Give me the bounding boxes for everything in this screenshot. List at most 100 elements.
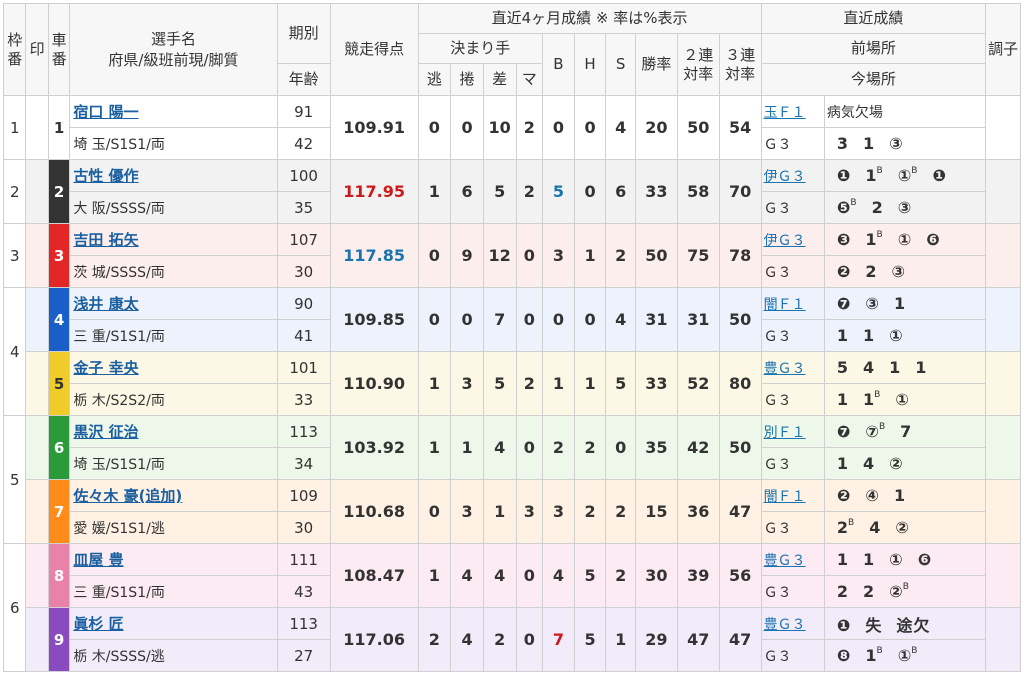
prev-venue-anchor[interactable]: 闇Ｆ１: [764, 489, 806, 505]
mark-cell[interactable]: [25, 479, 49, 544]
stat-s: 2: [605, 543, 636, 608]
car-number: 9: [47, 607, 71, 672]
stat-sashi: 5: [482, 159, 517, 224]
rider-name-link[interactable]: 浅井 康太: [69, 287, 278, 320]
race-score: 110.90: [329, 351, 419, 416]
prev-venue-anchor[interactable]: 別Ｆ１: [764, 425, 806, 441]
rider-name-link[interactable]: 眞杉 匠: [69, 607, 278, 640]
car-number: 6: [47, 415, 71, 480]
cur-result-token: 1: [836, 390, 849, 409]
prev-venue-link[interactable]: 闇Ｆ１: [760, 479, 825, 512]
prev-venue-anchor[interactable]: 豊Ｇ３: [764, 617, 806, 633]
stat-win: 33: [634, 159, 678, 224]
mark-cell[interactable]: [25, 287, 49, 352]
prev-venue-link[interactable]: 伊Ｇ３: [760, 223, 825, 256]
stat-h: 5: [573, 607, 607, 672]
cur-venue: Ｇ３: [760, 639, 825, 672]
prev-result-token: ❷: [836, 486, 852, 505]
prev-venue-anchor[interactable]: 闇Ｆ１: [764, 297, 806, 313]
cur-result-token: 4: [869, 518, 882, 537]
prev-result-token: 1: [893, 294, 907, 313]
back-mark: B: [848, 518, 856, 528]
period: 111: [276, 543, 331, 576]
stat-win: 35: [634, 415, 678, 480]
prev-venue-link[interactable]: 豊Ｇ３: [760, 543, 825, 576]
prev-venue-anchor[interactable]: 伊Ｇ３: [764, 169, 806, 185]
stat-s: 0: [605, 415, 636, 480]
rider-row: 5 金子 幸央 101 110.90 1 3 5 2 1 1 5 33 52 80 豊Ｇ３ 5 4 1 1: [4, 351, 1021, 416]
age: 41: [276, 319, 331, 352]
mark-cell[interactable]: [25, 351, 49, 416]
stat-ren3: 50: [718, 415, 762, 480]
prev-venue-link[interactable]: 別Ｆ１: [760, 415, 825, 448]
mark-cell[interactable]: [25, 415, 49, 480]
back-mark: B: [911, 646, 919, 656]
stat-s: 2: [605, 479, 636, 544]
prev-venue-link[interactable]: 玉Ｆ１: [760, 95, 825, 128]
car-number: 4: [47, 287, 71, 352]
prev-venue-anchor[interactable]: 玉Ｆ１: [764, 105, 806, 121]
col-name-label: 選手名: [150, 29, 196, 48]
stat-h: 2: [573, 479, 607, 544]
condition-cell: [985, 543, 1021, 608]
back-mark: B: [902, 582, 910, 592]
rider-name-link[interactable]: 皿屋 豊: [69, 543, 278, 576]
cur-result-token: 3: [836, 134, 849, 153]
prev-result: 11①❻: [823, 543, 987, 576]
prev-result-token: ①B: [897, 166, 919, 185]
prev-result-token: ❸: [836, 230, 852, 249]
rider-pref: 栃 木/S2S2/両: [69, 383, 278, 416]
stat-ren2: 31: [676, 287, 720, 352]
rider-name-link[interactable]: 古性 優作: [69, 159, 278, 192]
stat-ren3: 47: [718, 607, 762, 672]
rider-name-link[interactable]: 黒沢 征治: [69, 415, 278, 448]
stat-win: 50: [634, 223, 678, 288]
col-zenba: 前場所: [760, 33, 987, 64]
prev-result-token: 7: [900, 422, 913, 441]
rider-name-link[interactable]: 佐々木 豪(追加): [69, 479, 278, 512]
rider-row: 7 佐々木 豪(追加) 109 110.68 0 3 1 3 3 2 2 15 36 47 闇Ｆ１ ❷ ④ 1: [4, 479, 1021, 544]
rider-name-link[interactable]: 宿口 陽一: [69, 95, 278, 128]
col-period: 期別: [276, 3, 331, 64]
back-mark: B: [874, 390, 882, 400]
col-h: H: [573, 33, 607, 96]
mark-cell[interactable]: [25, 607, 49, 672]
age: 30: [276, 511, 331, 544]
prev-venue-link[interactable]: 豊Ｇ３: [760, 351, 825, 384]
mark-cell[interactable]: [25, 543, 49, 608]
rider-name-link[interactable]: 吉田 拓矢: [69, 223, 278, 256]
mark-cell[interactable]: [25, 223, 49, 288]
prev-venue-anchor[interactable]: 豊Ｇ３: [764, 361, 806, 377]
col-ren2: ２連対率: [676, 33, 720, 96]
prev-venue-anchor[interactable]: 豊Ｇ３: [764, 553, 806, 569]
mark-cell[interactable]: [25, 159, 49, 224]
stat-s: 5: [605, 351, 636, 416]
stat-nige: 1: [417, 159, 452, 224]
prev-result: ❶ 失途欠: [823, 607, 987, 640]
prev-venue-link[interactable]: 闇Ｆ１: [760, 287, 825, 320]
car-number: 3: [47, 223, 71, 288]
rider-name-link[interactable]: 金子 幸央: [69, 351, 278, 384]
race-score: 109.85: [329, 287, 419, 352]
rider-pref: 埼 玉/S1S1/両: [69, 447, 278, 480]
cur-result-token: ❷: [836, 262, 852, 281]
stat-h: 5: [573, 543, 607, 608]
condition-cell: [985, 607, 1021, 672]
prev-venue-link[interactable]: 豊Ｇ３: [760, 607, 825, 640]
car-number: 7: [47, 479, 71, 544]
stat-ma: 2: [515, 159, 544, 224]
prev-result-token: ④: [865, 486, 880, 505]
stat-ma: 2: [515, 95, 544, 160]
prev-result: ❸ 1B ① ❻: [823, 223, 987, 256]
stat-b: 7: [542, 607, 575, 672]
stat-b: 3: [542, 223, 575, 288]
cur-result-token: ②: [895, 518, 910, 537]
prev-venue-link[interactable]: 伊Ｇ３: [760, 159, 825, 192]
cur-venue: Ｇ３: [760, 127, 825, 160]
condition-cell: [985, 287, 1021, 352]
prev-venue-anchor[interactable]: 伊Ｇ３: [764, 233, 806, 249]
mark-cell[interactable]: [25, 95, 49, 160]
stat-b: 5: [542, 159, 575, 224]
rider-pref: 愛 媛/S1S1/逃: [69, 511, 278, 544]
cur-result: ❺B 2 ③: [823, 191, 987, 224]
